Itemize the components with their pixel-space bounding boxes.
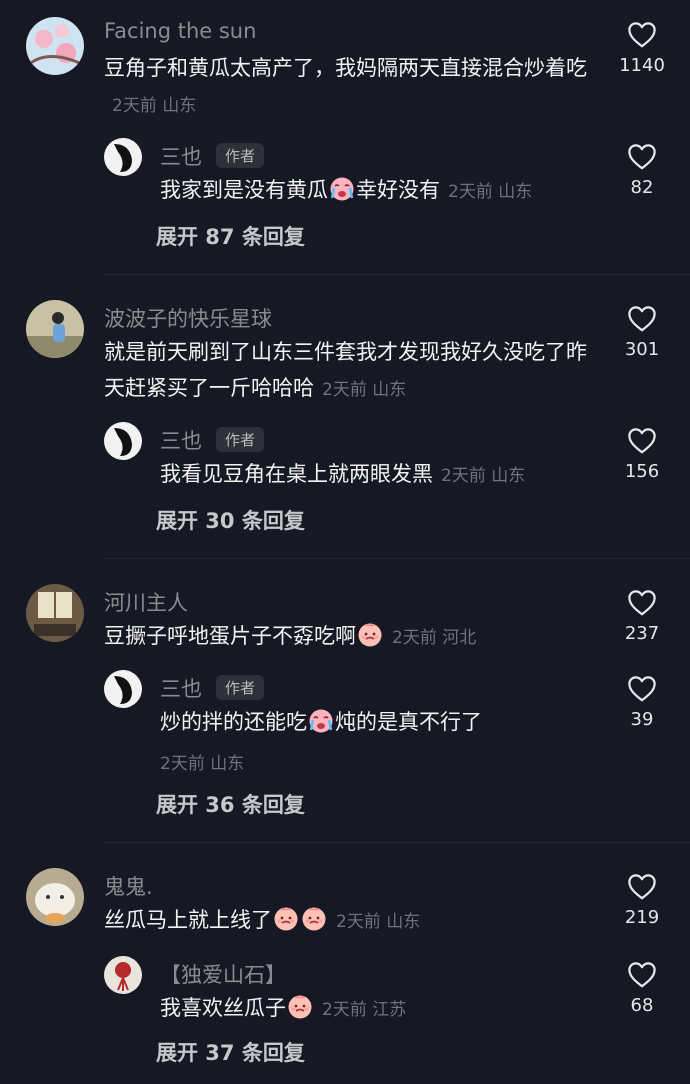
heart-outline-icon	[627, 305, 657, 333]
heart-outline-icon	[627, 21, 657, 49]
like-count: 39	[630, 709, 654, 730]
expand-replies-button[interactable]: 展开 30 条回复	[156, 505, 305, 535]
heart-outline-icon	[627, 873, 657, 901]
like-count: 237	[624, 623, 660, 644]
expand-replies-button[interactable]: 展开 87 条回复	[156, 221, 305, 251]
comment-meta: 2天前 山东	[336, 912, 421, 932]
comment-meta: 2天前 河北	[392, 628, 477, 648]
comment-text: 丝瓜马上就上线了 2天前 山东	[104, 906, 421, 932]
heart-outline-icon	[627, 675, 657, 703]
like-button[interactable]: 301	[610, 305, 674, 360]
comment-username[interactable]: Facing the sun	[104, 19, 256, 43]
grimace-emoji-icon	[287, 994, 313, 1020]
expand-replies-button[interactable]: 展开 37 条回复	[156, 1037, 305, 1067]
like-button[interactable]: 68	[610, 961, 674, 1016]
avatar[interactable]	[26, 300, 84, 358]
grimace-emoji-icon	[301, 906, 327, 932]
like-button[interactable]: 237	[610, 589, 674, 644]
reply-username[interactable]: 三也 作者	[160, 425, 265, 455]
heart-outline-icon	[627, 961, 657, 989]
comment-text: 就是前天刷到了山东三件套我才发现我好久没吃了昨天赶紧买了一斤哈哈哈 2天前 山东	[104, 340, 587, 400]
like-button[interactable]: 39	[610, 675, 674, 730]
author-badge: 作者	[216, 427, 265, 452]
reply-username[interactable]: 【独爱山石】	[160, 959, 286, 989]
comment-username[interactable]: 河川主人	[104, 587, 188, 617]
reply-username[interactable]: 三也 作者	[160, 141, 265, 171]
comment-meta: 2天前 山东	[112, 96, 197, 116]
avatar[interactable]	[104, 670, 142, 708]
grimace-emoji-icon	[273, 906, 299, 932]
grimace-emoji-icon	[357, 622, 383, 648]
avatar[interactable]	[26, 17, 84, 75]
comment-meta: 2天前 山东	[322, 380, 407, 400]
like-count: 301	[624, 339, 660, 360]
like-count: 68	[630, 995, 654, 1016]
avatar[interactable]	[104, 956, 142, 994]
comment-text: 豆撅子呼地蛋片子不孬吃啊 2天前 河北	[104, 622, 477, 648]
heart-outline-icon	[627, 427, 657, 455]
like-count: 156	[624, 461, 660, 482]
reply-meta: 2天前 山东	[441, 466, 526, 486]
like-count: 219	[624, 907, 660, 928]
reply-text: 我看见豆角在桌上就两眼发黑 2天前 山东	[160, 462, 526, 486]
comment-text: 豆角子和黄瓜太高产了，我妈隔两天直接混合炒着吃2天前 山东	[104, 56, 587, 116]
crying-emoji-icon	[308, 708, 334, 734]
expand-replies-button[interactable]: 展开 36 条回复	[156, 789, 305, 819]
reply-username[interactable]: 三也 作者	[160, 673, 265, 703]
heart-outline-icon	[627, 143, 657, 171]
reply-text: 炒的拌的还能吃 炖的是真不行了	[160, 708, 482, 734]
divider	[104, 274, 690, 275]
like-button[interactable]: 219	[610, 873, 674, 928]
avatar[interactable]	[104, 422, 142, 460]
author-badge: 作者	[216, 143, 265, 168]
crying-emoji-icon	[329, 176, 355, 202]
divider	[104, 558, 690, 559]
avatar[interactable]	[104, 138, 142, 176]
like-button[interactable]: 156	[610, 427, 674, 482]
heart-outline-icon	[627, 589, 657, 617]
comment-username[interactable]: 鬼鬼.	[104, 871, 153, 901]
reply-meta: 2天前 江苏	[322, 1000, 407, 1020]
like-count: 82	[630, 177, 654, 198]
author-badge: 作者	[216, 675, 265, 700]
reply-text: 我家到是没有黄瓜 幸好没有 2天前 山东	[160, 176, 533, 202]
comment-username[interactable]: 波波子的快乐星球	[104, 303, 272, 333]
like-button[interactable]: 82	[610, 143, 674, 198]
reply-meta: 2天前 山东	[448, 182, 533, 202]
avatar[interactable]	[26, 584, 84, 642]
divider	[104, 842, 690, 843]
like-count: 1140	[619, 55, 665, 76]
like-button[interactable]: 1140	[610, 21, 674, 76]
reply-meta: 2天前 山东	[160, 754, 245, 774]
reply-text: 我喜欢丝瓜子 2天前 江苏	[160, 994, 407, 1020]
avatar[interactable]	[26, 868, 84, 926]
